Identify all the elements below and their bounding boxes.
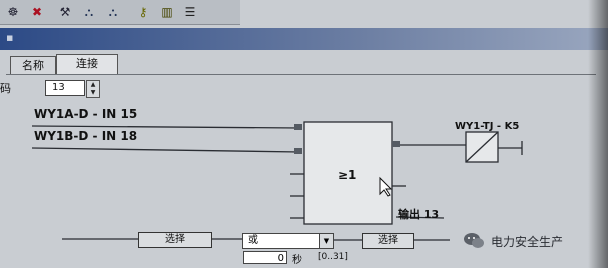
pin-2 [294,148,302,154]
app-window: ☸ ✖ ⚒ ⛬ ⛬ ⚷ ▥ ☰ ▪ 名称 连接 码 13 ▲ ▼ WY1A-D … [0,0,608,268]
pin-out [392,141,400,147]
output-label: 输出 13 [398,208,440,221]
delay-range: [0..31] [318,252,348,262]
logic-block-symbol: ≥1 [338,168,357,182]
select-right-button[interactable]: 选择 [362,233,414,249]
screen-edge-shadow [588,0,608,268]
select-left-button[interactable]: 选择 [138,232,212,248]
input-2-line [31,147,301,153]
pin-1 [294,124,302,130]
input-2-label: WY1B-D - IN 18 [34,129,138,143]
delay-input[interactable]: 0 [243,251,287,264]
chat-bubble-icon [464,233,484,248]
relay-label: WY1-TJ - K5 [455,121,520,132]
watermark-text: 电力安全生产 [491,234,564,249]
delay-unit: 秒 [292,255,302,266]
input-1-line [31,125,301,129]
input-1-label: WY1A-D - IN 15 [34,107,138,121]
mode-value: 或 [248,235,258,246]
mode-select[interactable]: 或 ▼ [242,233,334,249]
chevron-down-icon[interactable]: ▼ [319,234,333,248]
watermark: 电力安全生产 [463,228,608,254]
